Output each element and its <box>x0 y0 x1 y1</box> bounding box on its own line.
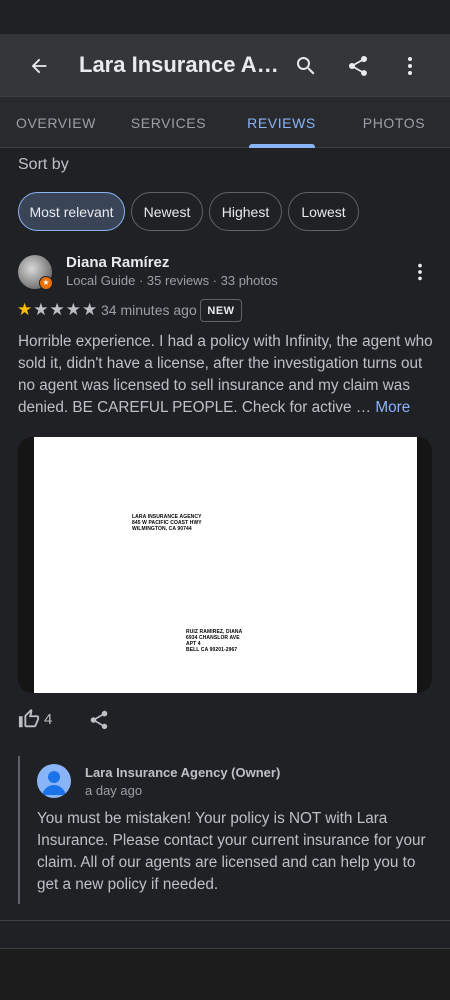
app-bar: Lara Insurance Agency <box>0 34 450 96</box>
share-icon <box>90 710 108 730</box>
local-guide-badge-icon: ★ <box>39 276 53 290</box>
tab-services[interactable]: SERVICES <box>112 97 225 149</box>
tab-bar: OVERVIEW SERVICES REVIEWS PHOTOS <box>0 96 450 148</box>
sender-address: LARA INSURANCE AGENCY 845 W PACIFIC COAS… <box>132 514 202 532</box>
like-count: 4 <box>44 711 53 728</box>
review-time: 34 minutes ago <box>101 302 197 318</box>
person-icon <box>42 771 66 795</box>
search-icon <box>297 57 315 75</box>
recipient-line: BELL CA 90201-2967 <box>186 647 238 653</box>
sort-chip-newest[interactable]: Newest <box>131 192 203 231</box>
review-body: Horrible experience. I had a policy with… <box>18 333 433 416</box>
more-vert-icon <box>418 263 422 281</box>
back-arrow-icon <box>31 58 47 74</box>
sender-line: WILMINGTON, CA 90744 <box>132 526 192 532</box>
thumbs-up-icon <box>18 708 40 728</box>
search-button[interactable] <box>291 51 321 81</box>
status-bar <box>0 0 450 34</box>
more-options-button[interactable] <box>395 51 425 81</box>
sort-label: Sort by <box>18 156 69 173</box>
review-share-button[interactable] <box>88 709 110 731</box>
like-button[interactable] <box>18 708 40 730</box>
more-vert-icon <box>408 57 412 75</box>
recipient-address: RUIZ RAMIREZ, DIANA 6934 CHANSLOR AVE AP… <box>186 629 242 653</box>
more-link[interactable]: More <box>375 399 410 416</box>
share-button[interactable] <box>343 51 373 81</box>
active-tab-indicator <box>249 144 315 148</box>
star-empty-icon: ★ <box>82 300 98 319</box>
owner-name: Lara Insurance Agency (Owner) <box>85 765 281 780</box>
share-icon <box>348 55 368 76</box>
review-text: Horrible experience. I had a policy with… <box>18 331 438 419</box>
reviewer-meta: Local Guide · 35 reviews · 33 photos <box>66 273 278 288</box>
tab-overview[interactable]: OVERVIEW <box>0 97 112 149</box>
star-rating: ★ ★ ★ ★ ★ <box>17 301 97 319</box>
owner-response-time: a day ago <box>85 783 143 798</box>
page-title: Lara Insurance Agency <box>79 52 279 77</box>
owner-response-divider <box>18 756 20 904</box>
review-photo[interactable]: LARA INSURANCE AGENCY 845 W PACIFIC COAS… <box>18 437 432 693</box>
tab-reviews[interactable]: REVIEWS <box>225 97 338 149</box>
owner-avatar <box>37 764 71 798</box>
review-more-options-button[interactable] <box>408 260 432 284</box>
star-empty-icon: ★ <box>33 300 49 319</box>
new-badge: NEW <box>200 299 242 322</box>
sort-chip-most-relevant[interactable]: Most relevant <box>18 192 125 231</box>
sort-chip-highest[interactable]: Highest <box>209 192 282 231</box>
envelope-photo: LARA INSURANCE AGENCY 845 W PACIFIC COAS… <box>34 437 417 693</box>
reviewer-name[interactable]: Diana Ramírez <box>66 254 169 271</box>
sort-chip-lowest[interactable]: Lowest <box>288 192 359 231</box>
tab-photos[interactable]: PHOTOS <box>338 97 450 149</box>
section-divider <box>0 920 450 921</box>
owner-response-text: You must be mistaken! Your policy is NOT… <box>37 810 426 893</box>
star-filled-icon: ★ <box>17 300 33 319</box>
bottom-bar <box>0 948 450 1000</box>
star-empty-icon: ★ <box>65 300 81 319</box>
back-button[interactable] <box>24 51 54 81</box>
star-empty-icon: ★ <box>49 300 65 319</box>
